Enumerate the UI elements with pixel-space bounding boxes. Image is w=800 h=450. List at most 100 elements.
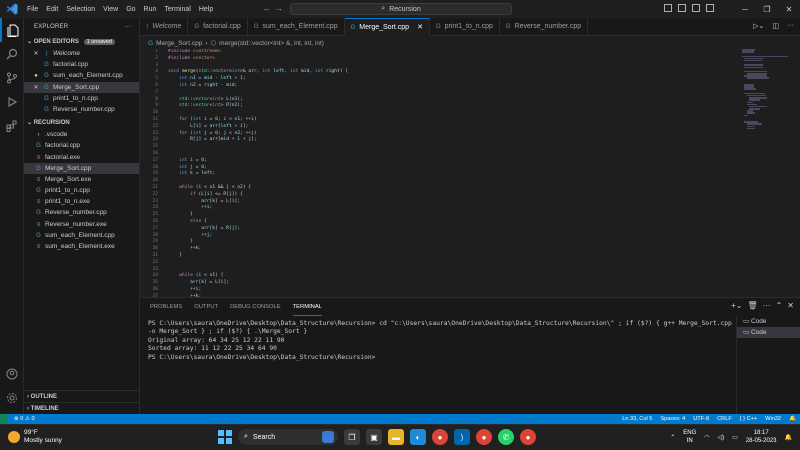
menu-file[interactable]: File bbox=[27, 6, 38, 13]
more-actions-icon[interactable]: ··· bbox=[763, 301, 771, 310]
toggle-panel-icon[interactable] bbox=[678, 4, 686, 12]
more-actions-icon[interactable]: ··· bbox=[787, 22, 794, 30]
command-center[interactable]: ←→ ⌕ Recursion bbox=[263, 3, 512, 15]
whatsapp-icon[interactable]: ✆ bbox=[498, 429, 514, 445]
chrome-profile-icon[interactable]: ● bbox=[476, 429, 492, 445]
task-view-icon[interactable]: ❐ bbox=[344, 429, 360, 445]
nav-arrows-icon[interactable]: ←→ bbox=[263, 4, 287, 13]
open-editor-item[interactable]: ✕ G Merge_Sort.cpp bbox=[24, 81, 139, 93]
new-terminal-icon[interactable]: +⌄ bbox=[731, 301, 742, 310]
remote-indicator[interactable] bbox=[0, 414, 8, 424]
run-file-icon[interactable]: ▷⌄ bbox=[753, 22, 764, 30]
panel-tab-terminal[interactable]: TERMINAL bbox=[292, 298, 322, 316]
tab-welcome[interactable]: ⟩ Welcome bbox=[140, 18, 189, 36]
breadcrumb-file[interactable]: Merge_Sort.cpp bbox=[156, 40, 202, 47]
weather-widget[interactable]: 99°F Mostly sunny bbox=[8, 429, 62, 445]
accounts-icon[interactable] bbox=[0, 362, 24, 386]
code-editor[interactable]: 1 #include <iostream> 2 #include <vector> 3 4… bbox=[140, 49, 735, 297]
manage-gear-icon[interactable] bbox=[0, 386, 24, 410]
edge-icon[interactable]: ◐ bbox=[410, 429, 426, 445]
maximize-panel-icon[interactable]: ⌃ bbox=[776, 301, 783, 310]
tab-reverse-number-cpp[interactable]: G Reverse_number.cpp bbox=[500, 18, 589, 36]
file-tree-item[interactable]: ≡ factorial.exe bbox=[24, 152, 139, 163]
tab-close-icon[interactable]: ✕ bbox=[417, 19, 423, 37]
file-tree-item[interactable]: G Merge_Sort.cpp bbox=[24, 162, 139, 174]
menu-view[interactable]: View bbox=[103, 6, 118, 13]
file-tree-item[interactable]: Gfactorial.cpp bbox=[24, 140, 139, 151]
file-tree-item[interactable]: ≡ print1_to_n.exe bbox=[24, 196, 139, 207]
menu-edit[interactable]: Edit bbox=[46, 6, 58, 13]
menu-terminal[interactable]: Terminal bbox=[164, 6, 190, 13]
customize-layout-icon[interactable] bbox=[706, 4, 714, 12]
file-tree-item[interactable]: Gsum_each_Element.cpp bbox=[24, 230, 139, 241]
windows-start-icon[interactable] bbox=[218, 430, 232, 444]
search-view-icon[interactable] bbox=[0, 42, 24, 66]
file-tree-item[interactable]: G Reverse_number.cpp bbox=[24, 207, 139, 218]
notification-bell-icon[interactable]: 🔔 bbox=[785, 434, 792, 441]
toggle-sidebar-icon[interactable] bbox=[664, 4, 672, 12]
run-debug-icon[interactable] bbox=[0, 90, 24, 114]
eol-status[interactable]: CRLF bbox=[717, 416, 732, 422]
minimize-button[interactable]: ─ bbox=[734, 5, 756, 14]
source-control-icon[interactable] bbox=[0, 66, 24, 90]
kill-terminal-icon[interactable]: 🗑 bbox=[747, 301, 757, 310]
problems-status[interactable]: ⊗ 0 ⚠ 0 bbox=[14, 416, 35, 422]
chrome-icon[interactable]: ● bbox=[432, 429, 448, 445]
close-button[interactable]: ✕ bbox=[778, 5, 800, 14]
menu-run[interactable]: Run bbox=[144, 6, 157, 13]
tab-merge-sort-cpp[interactable]: G Merge_Sort.cpp ✕ bbox=[344, 18, 430, 37]
platform-status[interactable]: Win32 bbox=[765, 416, 781, 422]
encoding-status[interactable]: UTF-8 bbox=[693, 416, 709, 422]
terminal-instance[interactable]: ▭ Code bbox=[737, 316, 800, 327]
breadcrumb-symbol[interactable]: merge(std::vector<int> &, int, int, int) bbox=[219, 40, 324, 47]
file-tree-item[interactable]: Gprint1_to_n.cpp bbox=[24, 185, 139, 196]
cursor-position[interactable]: Ln 33, Col 5 bbox=[622, 416, 652, 422]
taskbar-search[interactable]: ⌕ Search bbox=[238, 429, 338, 445]
extensions-icon[interactable] bbox=[0, 114, 24, 138]
open-editors-header[interactable]: ⌄ OPEN EDITORS 1 unsaved bbox=[24, 36, 139, 48]
panel-tab-problems[interactable]: PROBLEMS bbox=[150, 298, 182, 316]
editor-scrollbar[interactable] bbox=[792, 49, 800, 297]
menu-go[interactable]: Go bbox=[126, 6, 135, 13]
more-actions-icon[interactable]: ··· bbox=[124, 18, 131, 36]
tab-print1-to-n-cpp[interactable]: Gprint1_to_n.cpp bbox=[430, 18, 500, 36]
file-tree-item[interactable]: ≡ Merge_Sort.exe bbox=[24, 174, 139, 185]
panel-tab-debug-console[interactable]: DEBUG CONSOLE bbox=[230, 298, 281, 316]
panel-tab-output[interactable]: OUTPUT bbox=[194, 298, 218, 316]
tab-sum-each-element-cpp[interactable]: Gsum_each_Element.cpp bbox=[248, 18, 345, 36]
menu-selection[interactable]: Selection bbox=[66, 6, 95, 13]
open-editor-item[interactable]: G Reverse_number.cpp bbox=[24, 104, 139, 115]
function-symbol-icon: ⬡ bbox=[210, 40, 217, 47]
open-editor-item[interactable]: ● Gsum_each_Element.cpp bbox=[24, 70, 139, 81]
split-editor-icon[interactable]: ◫ bbox=[772, 22, 779, 30]
folder-header[interactable]: ⌄ RECURSION bbox=[24, 117, 139, 129]
toggle-secondary-sidebar-icon[interactable] bbox=[692, 4, 700, 12]
minimap[interactable] bbox=[742, 49, 790, 130]
file-tree-item[interactable]: › .vscode bbox=[24, 129, 139, 140]
battery-icon[interactable]: ▭ bbox=[732, 434, 738, 441]
notifications-icon[interactable]: 🔔 bbox=[789, 416, 796, 422]
open-editor-item[interactable]: ✕ ⟩ Welcome bbox=[24, 48, 139, 59]
indentation-status[interactable]: Spaces: 4 bbox=[660, 416, 685, 422]
file-explorer-icon[interactable]: ▬ bbox=[388, 429, 404, 445]
open-editor-item[interactable]: Gprint1_to_n.cpp bbox=[24, 93, 139, 104]
wifi-icon[interactable]: ◠ bbox=[704, 434, 709, 441]
volume-icon[interactable]: ◁) bbox=[718, 434, 725, 441]
chrome-profile-2-icon[interactable]: ● bbox=[520, 429, 536, 445]
chat-icon[interactable]: ▣ bbox=[366, 429, 382, 445]
input-language[interactable]: ENG IN bbox=[683, 429, 696, 445]
vscode-taskbar-icon[interactable]: ⟩ bbox=[454, 429, 470, 445]
file-tree-item[interactable]: ≡ sum_each_Element.exe bbox=[24, 241, 139, 252]
clock[interactable]: 18:17 28-05-2023 bbox=[746, 429, 777, 445]
file-tree-item[interactable]: ≡ Reverse_number.exe bbox=[24, 219, 139, 230]
explorer-icon[interactable] bbox=[0, 18, 24, 42]
open-editor-item[interactable]: Gfactorial.cpp bbox=[24, 59, 139, 70]
show-hidden-icons-icon[interactable]: ⌃ bbox=[670, 434, 675, 441]
menu-help[interactable]: Help bbox=[199, 6, 213, 13]
language-status[interactable]: { } C++ bbox=[740, 416, 757, 422]
close-panel-icon[interactable]: ✕ bbox=[787, 301, 794, 310]
terminal-instance[interactable]: ▭ Code bbox=[737, 327, 800, 338]
terminal-output[interactable]: PS C:\Users\saura\OneDrive\Desktop\Data_… bbox=[148, 320, 734, 362]
tab-factorial-cpp[interactable]: Gfactorial.cpp bbox=[188, 18, 248, 36]
maximize-button[interactable]: ❐ bbox=[756, 5, 778, 14]
